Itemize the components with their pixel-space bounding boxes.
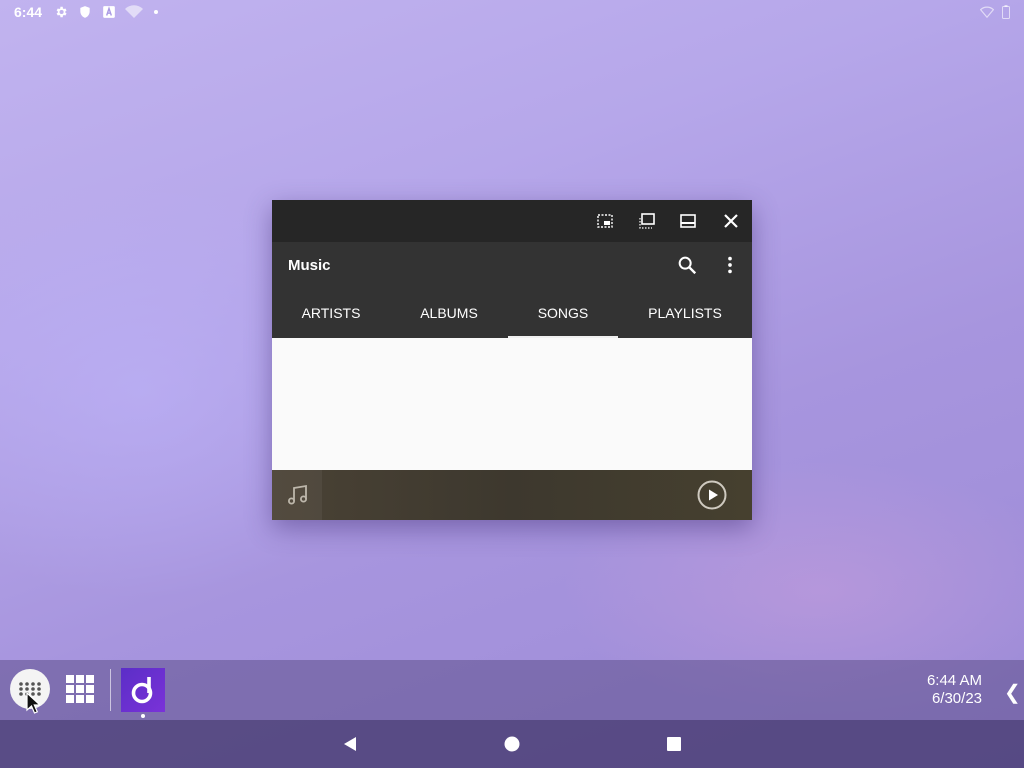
wifi-off-icon [125,5,143,18]
album-art [272,470,322,520]
notification-dot-icon [154,10,158,14]
search-icon[interactable] [676,254,698,276]
back-icon[interactable] [342,736,358,752]
tab-label: ALBUMS [420,305,478,321]
settings-icon [56,6,67,18]
now-playing-bar[interactable] [272,470,752,520]
tab-label: SONGS [537,305,589,321]
app-bar: Music [272,242,752,288]
maximize-icon[interactable] [678,211,698,231]
battery-icon [1002,5,1010,19]
window-titlebar[interactable] [272,200,752,242]
running-indicator [141,714,145,718]
tab-label: PLAYLISTS [648,305,722,321]
tab-bar: ARTISTS ALBUMS SONGS PLAYLISTS [272,288,752,338]
grid-icon[interactable] [65,674,95,704]
tab-songs[interactable]: SONGS [508,288,618,338]
songs-list-area[interactable] [272,338,752,470]
music-app-icon [131,677,153,704]
tab-albums[interactable]: ALBUMS [390,288,508,338]
clock-date: 6/30/23 [931,690,982,707]
recents-icon[interactable] [666,736,682,752]
navigation-bar [0,720,1024,768]
status-time: 6:44 [14,4,43,20]
clock-time: 6:44 AM [926,672,982,689]
music-app-taskbar-button[interactable] [121,668,165,712]
home-icon[interactable] [504,736,520,752]
music-app-window: Music ARTISTS ALBUMS SONGS PLAYLISTS [272,200,752,520]
close-icon[interactable] [721,211,741,231]
music-note-icon [288,484,307,505]
shield-icon [80,6,90,18]
tab-playlists[interactable]: PLAYLISTS [618,288,752,338]
collapse-chevron-icon[interactable]: ❮ [1004,680,1021,705]
taskbar-divider [110,669,111,711]
a-icon [103,6,115,18]
taskbar-clock[interactable]: 6:44 AM 6/30/23 [927,672,982,708]
restore-icon[interactable] [637,211,657,231]
tab-label: ARTISTS [301,305,361,321]
status-bar: 6:44 [0,0,1024,24]
wifi-icon [980,6,994,19]
mouse-cursor-icon [26,692,40,714]
play-circle-icon[interactable] [697,480,727,510]
app-title: Music [288,257,331,274]
tab-artists[interactable]: ARTISTS [272,288,390,338]
more-vert-icon[interactable] [719,254,741,276]
pip-icon[interactable] [595,211,615,231]
